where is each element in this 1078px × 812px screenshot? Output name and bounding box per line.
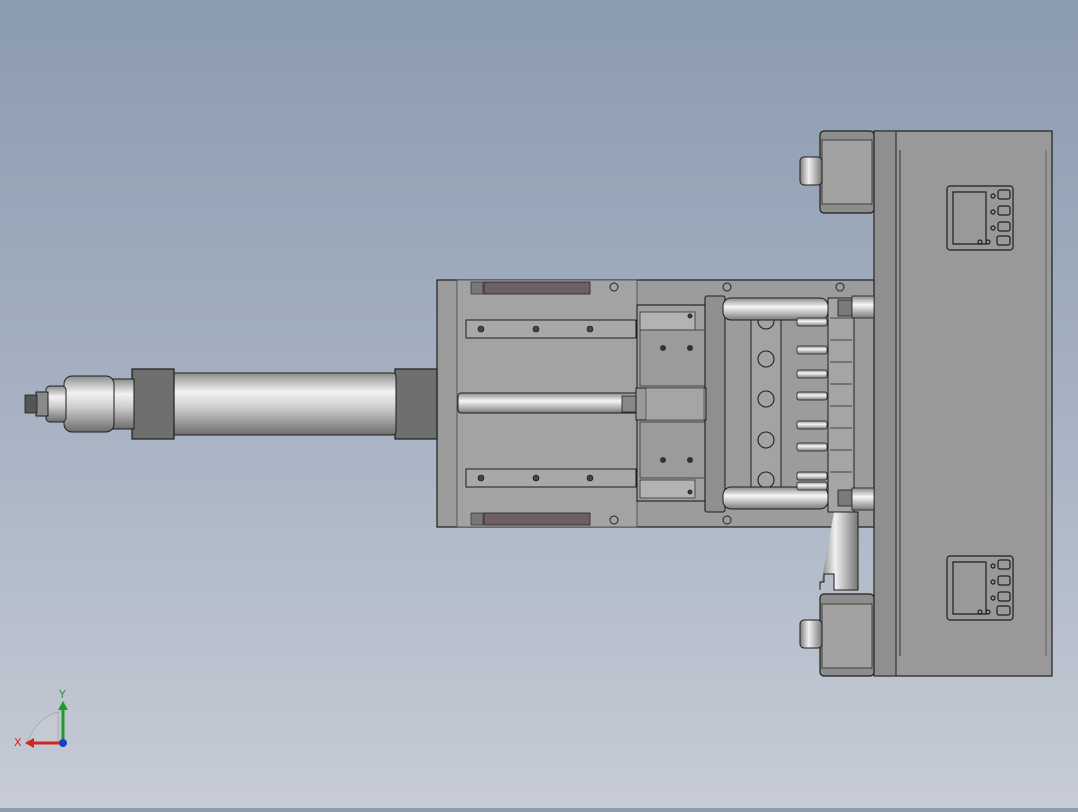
mounting-plate: [873, 130, 1053, 677]
z-axis-dot: [59, 739, 67, 747]
x-axis-label: X: [14, 736, 22, 749]
y-axis-head: [58, 701, 68, 710]
cad-model[interactable]: [0, 0, 1078, 808]
y-axis-label: Y: [58, 688, 66, 701]
motor-block-bottom: [799, 593, 875, 677]
carriage-assembly: [636, 295, 875, 591]
coordinate-triad: Y X: [12, 686, 76, 752]
motor-block-top: [799, 130, 875, 214]
graphics-viewport[interactable]: [0, 0, 1078, 808]
